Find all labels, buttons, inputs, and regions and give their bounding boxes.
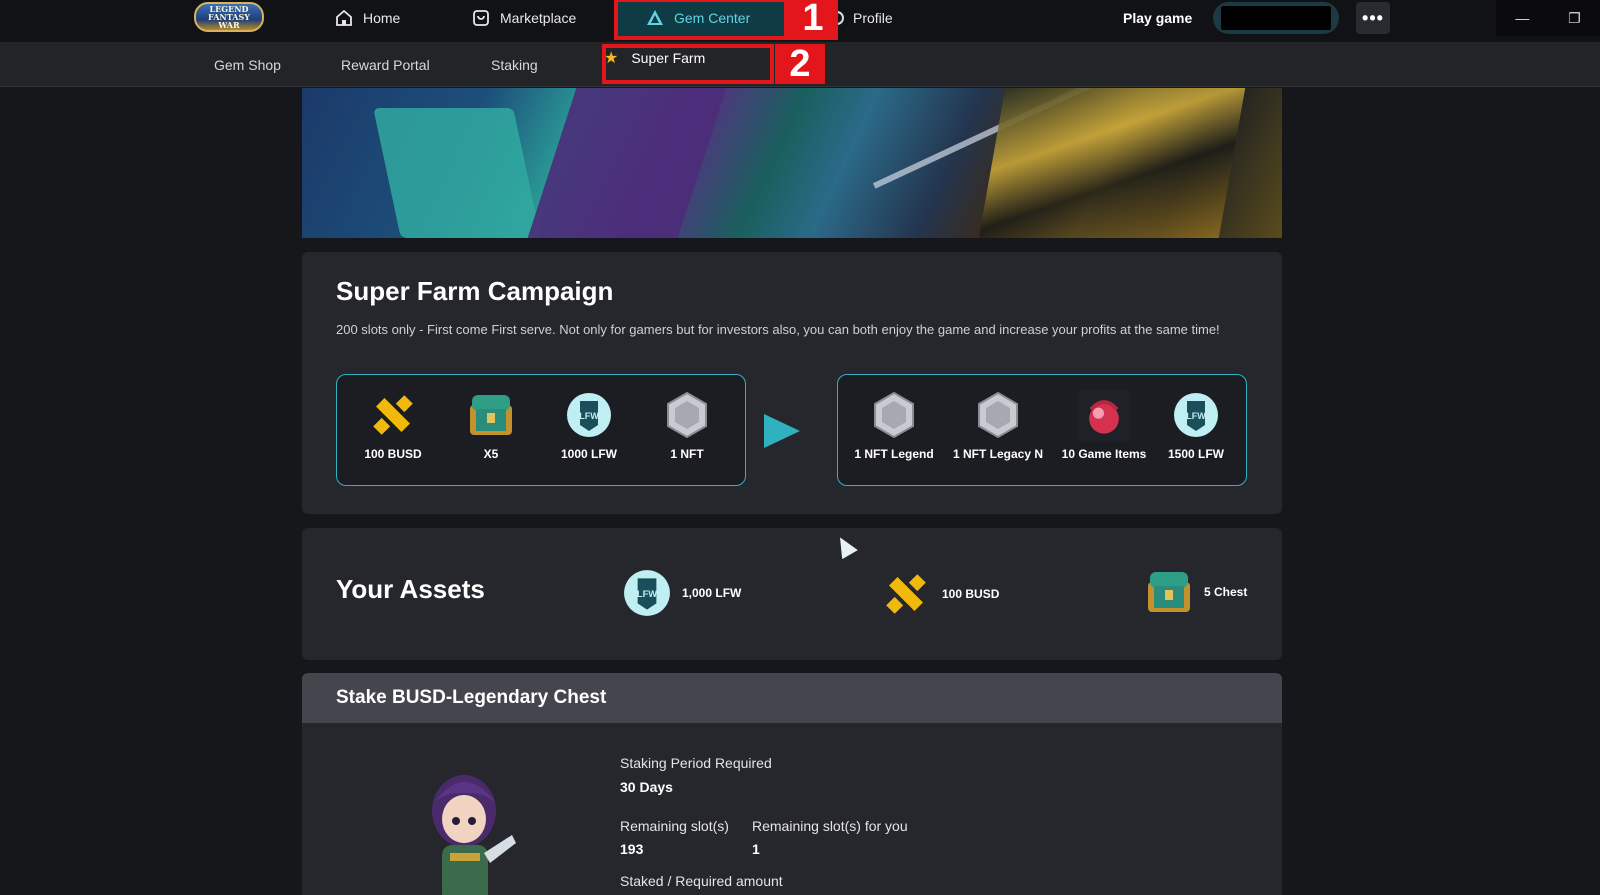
restore-icon[interactable]: ❐ [1568, 10, 1581, 27]
nav-profile-label: Profile [853, 10, 893, 26]
annotation-number-1: 1 [788, 0, 838, 40]
annotation-number-2: 2 [775, 44, 825, 84]
output-nft-legend-label: 1 NFT Legend [854, 447, 934, 461]
campaign-outputs-box: 1 NFT Legend 1 NFT Legacy N 10 Game Item… [837, 374, 1247, 486]
input-lfw: LFW 1000 LFW [539, 389, 639, 461]
stake-header: Stake BUSD-Legendary Chest [302, 673, 1282, 723]
subnav-gem-shop[interactable]: Gem Shop [214, 57, 281, 73]
input-chest-label: X5 [483, 447, 499, 461]
hero-character-image [432, 775, 516, 895]
lfw-icon: LFW [1170, 389, 1222, 441]
super-farm-campaign-card: Super Farm Campaign 200 slots only - Fir… [302, 252, 1282, 514]
banner-character-left [373, 108, 541, 238]
staking-period-label: Staking Period Required [620, 755, 772, 771]
logo-text: LEGEND FANTASY WAR [208, 4, 250, 30]
nav-marketplace-label: Marketplace [500, 10, 577, 26]
remaining-slots-value: 193 [620, 841, 644, 857]
more-menu-button[interactable]: ••• [1356, 2, 1390, 34]
nav-gem-center[interactable]: Gem Center [617, 0, 785, 36]
banner-character-right [978, 88, 1246, 238]
nav-home[interactable]: Home [334, 0, 400, 36]
svg-text:LFW: LFW [579, 411, 599, 421]
input-nft-label: 1 NFT [670, 447, 704, 461]
chest-icon [1148, 572, 1190, 612]
home-icon [336, 9, 352, 26]
stake-busd-legendary-chest-card: Stake BUSD-Legendary Chest Staking Perio… [302, 673, 1282, 895]
banner-cloak [524, 88, 730, 238]
remaining-slots-you-value: 1 [752, 841, 760, 857]
input-busd-label: 100 BUSD [364, 447, 422, 461]
asset-busd-label: 100 BUSD [942, 587, 1000, 601]
output-game-items-label: 10 Game Items [1061, 447, 1147, 461]
shop-icon [473, 10, 489, 26]
asset-chest: 5 Chest [1144, 568, 1247, 616]
nav-gem-center-label: Gem Center [674, 10, 751, 26]
lfw-icon: LFW [624, 570, 670, 616]
campaign-inputs-box: 100 BUSD X5 LFW 1000 LFW 1 NFT [336, 374, 746, 486]
nav-home-label: Home [363, 10, 401, 26]
subnav-reward-portal[interactable]: Reward Portal [341, 57, 430, 73]
staked-required-label: Staked / Required amount [620, 873, 783, 889]
conversion-arrow-icon [764, 414, 800, 448]
output-nft-legacy: 1 NFT Legacy N [948, 389, 1048, 461]
subnav-staking[interactable]: Staking [491, 57, 538, 73]
star-icon: ★ [604, 50, 619, 67]
asset-busd: 100 BUSD [880, 568, 999, 620]
nav-marketplace[interactable]: Marketplace [471, 0, 576, 36]
game-item-icon [1078, 389, 1130, 441]
lfw-icon: LFW [563, 389, 615, 441]
input-chest: X5 [441, 389, 541, 461]
campaign-description: 200 slots only - First come First serve.… [336, 322, 1220, 337]
wallet-redacted [1221, 6, 1331, 30]
output-lfw: LFW 1500 LFW [1146, 389, 1246, 461]
input-busd: 100 BUSD [343, 389, 443, 461]
gem-icon [647, 10, 663, 25]
stake-title: Stake BUSD-Legendary Chest [336, 687, 607, 708]
game-logo[interactable]: LEGEND FANTASY WAR [194, 2, 264, 32]
minimize-icon[interactable]: — [1515, 10, 1529, 26]
play-game-link[interactable]: Play game [1123, 10, 1192, 26]
asset-lfw: LFW 1,000 LFW [622, 568, 741, 618]
svg-text:LFW: LFW [1186, 411, 1206, 421]
staking-period-value: 30 Days [620, 779, 673, 795]
input-lfw-label: 1000 LFW [560, 447, 617, 461]
asset-lfw-label: 1,000 LFW [682, 586, 742, 600]
remaining-slots-label: Remaining slot(s) [620, 818, 729, 834]
nav-profile[interactable]: Profile [836, 0, 893, 36]
busd-icon [367, 389, 419, 441]
output-game-items: 10 Game Items [1054, 389, 1154, 461]
output-lfw-label: 1500 LFW [1167, 447, 1224, 461]
chest-icon [465, 389, 517, 441]
your-assets-card: Your Assets LFW 1,000 LFW 100 BUSD 5 Che… [302, 528, 1282, 660]
nft-icon [661, 389, 713, 441]
campaign-title: Super Farm Campaign [336, 276, 614, 306]
svg-text:LFW: LFW [637, 589, 657, 599]
asset-chest-label: 5 Chest [1204, 585, 1248, 599]
window-controls: — ❐ [1496, 0, 1600, 36]
subnav-super-farm[interactable]: ★ Super Farm [604, 48, 705, 68]
wallet-address-box[interactable] [1213, 2, 1339, 34]
assets-title: Your Assets [336, 574, 485, 604]
hero-banner-image [302, 88, 1282, 238]
output-nft-legacy-label: 1 NFT Legacy N [952, 447, 1044, 461]
busd-icon [886, 574, 926, 614]
input-nft: 1 NFT [637, 389, 737, 461]
subnav-super-farm-label: Super Farm [631, 50, 706, 66]
nft-icon [868, 389, 920, 441]
output-nft-legend: 1 NFT Legend [844, 389, 944, 461]
nft-icon [972, 389, 1024, 441]
remaining-slots-you-label: Remaining slot(s) for you [752, 818, 908, 834]
